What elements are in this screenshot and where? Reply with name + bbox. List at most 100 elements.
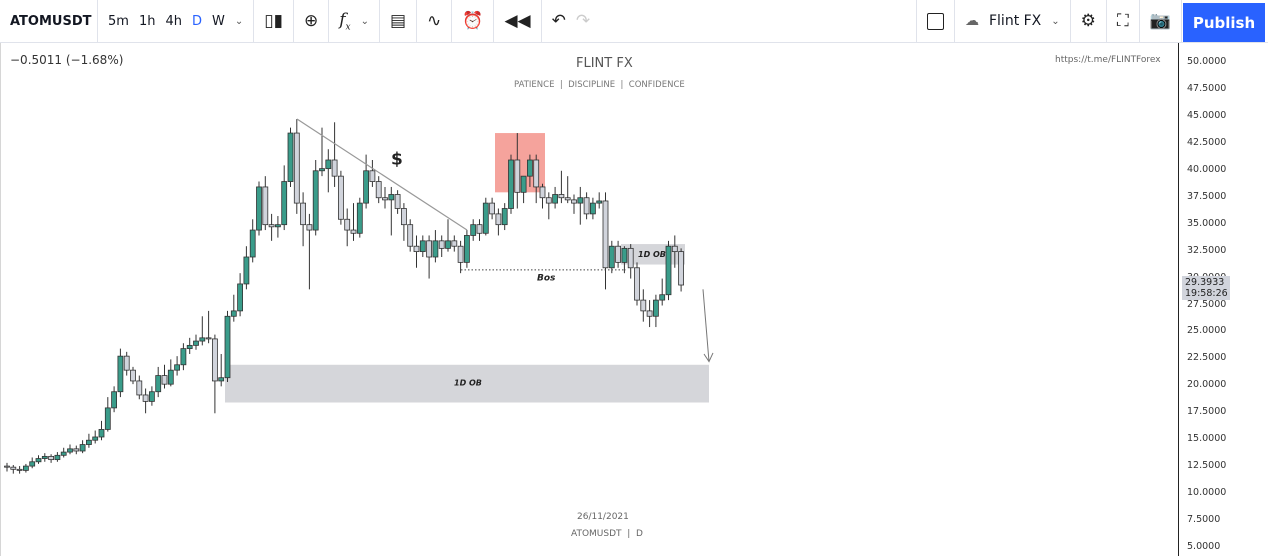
redo-icon[interactable]: ↷ [576,11,590,31]
candle-body [463,235,470,263]
indicators-button[interactable]: fx ⌄ [329,0,380,42]
candle-body [388,194,395,201]
candle-body [10,466,17,470]
snapshot-button[interactable]: 📷 [1140,0,1182,42]
bos-label: Bos [537,274,556,284]
financials-button[interactable]: ▤ [380,0,418,42]
candle-body [552,194,558,204]
order-block-label-large: 1D OB [454,378,482,387]
candle-body [533,159,540,188]
candle-body [237,283,244,312]
candle-body [67,448,73,453]
layout-toggle-button[interactable] [915,0,955,42]
candle-body [331,159,338,177]
price-axis[interactable]: 50.0000 47.5000 45.0000 42.5000 40.0000 37.50… [1178,43,1268,556]
interval-w[interactable]: W [212,14,225,29]
price-tick: 47.5000 [1187,82,1227,94]
undo-redo: ↶ ↷ [542,0,601,42]
symbol-search[interactable]: ATOMUSDT [0,0,98,42]
candle-body [249,229,256,258]
candle-body [646,310,653,317]
gear-icon: ⚙ [1080,11,1096,31]
last-price: 29.3933 [1185,277,1225,289]
chevron-down-icon[interactable]: ⌄ [361,16,369,27]
alert-icon: ⏰ [462,11,484,31]
candle-body [344,218,351,231]
candle-body [426,240,433,258]
candle-body [104,407,111,430]
candle-body [174,364,181,371]
candle-body [615,245,621,263]
candle-body [558,194,565,199]
candle-body [627,247,634,269]
candle-body [117,355,124,393]
candle-body [256,186,262,231]
templates-button[interactable]: ∿ [417,0,453,42]
compare-button[interactable]: ⊕ [294,0,330,42]
candle-body [148,391,155,402]
candle-body [419,240,426,253]
fullscreen-icon: ⛶ [1116,11,1129,31]
chevron-down-icon[interactable]: ⌄ [235,16,243,27]
interval-d[interactable]: D [192,14,202,29]
undo-icon[interactable]: ↶ [552,11,566,31]
candle-body [180,348,187,366]
candle-body [356,202,363,234]
chart-type-button[interactable]: ▯▮ [254,0,294,42]
candle-body [54,454,61,461]
candle-body [545,197,552,204]
candle-body [73,448,80,452]
candle-body [268,224,275,228]
candle-body [293,132,300,204]
candle-body [243,256,250,285]
price-tick: 37.5000 [1187,190,1227,202]
candle-body [41,455,48,459]
candle-body [218,377,225,382]
publish-button[interactable]: Publish [1183,3,1265,42]
candle-body [300,202,307,226]
price-tick: 50.0000 [1187,56,1227,67]
alert-button[interactable]: ⏰ [452,0,495,42]
interval-1h[interactable]: 1h [139,14,156,29]
add-compare-icon: ⊕ [303,11,319,31]
candle-body [508,159,514,209]
candle-body [659,294,666,301]
price-tick: 32.5000 [1187,244,1227,256]
candle-body [520,175,527,193]
interval-5m[interactable]: 5m [108,14,129,29]
candle-body [665,245,672,296]
candle-body [325,159,332,170]
candle-body [527,159,533,177]
price-tick: 25.0000 [1187,325,1227,337]
order-block-label-small: 1D OB [638,250,666,259]
candle-body [445,240,451,249]
candle-body [199,337,206,342]
symbol-label: ATOMUSDT [10,13,92,29]
price-tick: 27.5000 [1187,298,1227,310]
candle-body [281,181,288,226]
replay-button[interactable]: ◀◀ [494,0,542,42]
candle-body [274,224,281,228]
candle-body [136,380,143,396]
cloud-icon: ☁ [964,13,979,29]
candle-body [142,394,149,402]
candle-body [457,245,464,263]
candle-body [312,170,319,231]
price-tick: 40.0000 [1187,163,1227,175]
candle-body [60,451,67,456]
layout-menu[interactable]: ☁ Flint FX ⌄ [955,0,1071,42]
candle-body [86,439,92,445]
fullscreen-button[interactable]: ⛶ [1107,0,1140,42]
candle-body [382,197,388,201]
layout-name: Flint FX [988,13,1042,29]
chart-pane[interactable]: −0.5011 (−1.68%) FLINT FX PATIENCE | DIS… [0,43,1178,556]
interval-4h[interactable]: 4h [165,14,182,29]
chevron-down-icon[interactable]: ⌄ [1051,16,1059,27]
candlestick-plot[interactable]: $1D OB 1D OB Bos [1,43,1179,556]
last-price-label: 29.3933 19:58:26 [1182,276,1230,301]
candles-icon: ▯▮ [264,11,283,31]
candle-body [48,455,54,461]
candle-body [539,186,546,199]
settings-button[interactable]: ⚙ [1071,0,1107,42]
candle-body [602,200,609,269]
